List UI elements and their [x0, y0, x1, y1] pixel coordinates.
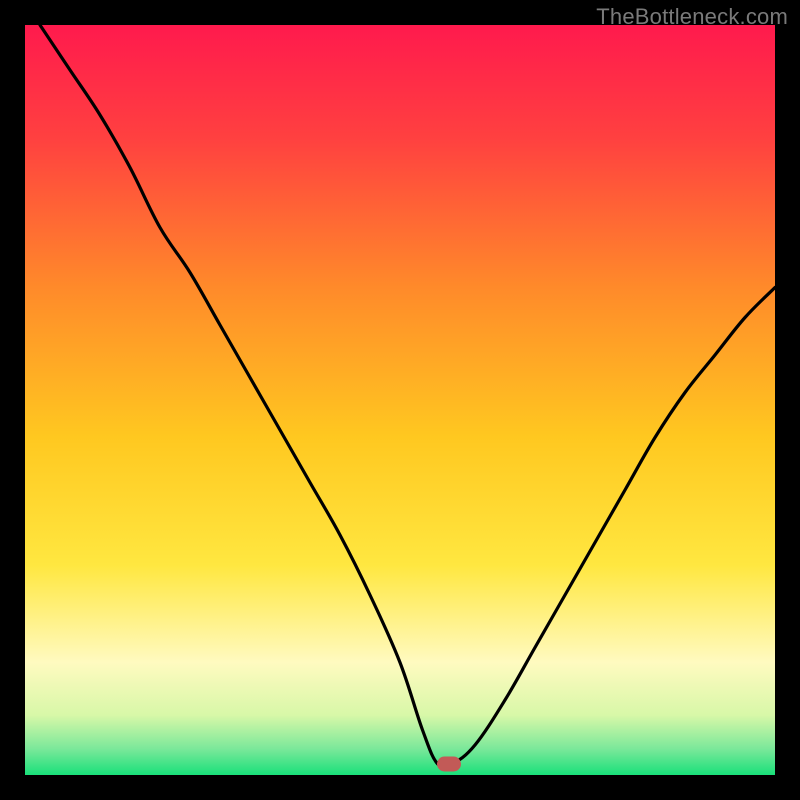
watermark-text: TheBottleneck.com: [596, 4, 788, 30]
plot-area: [25, 25, 775, 775]
optimal-marker: [437, 756, 461, 771]
bottleneck-curve: [25, 25, 775, 775]
chart-frame: TheBottleneck.com: [0, 0, 800, 800]
